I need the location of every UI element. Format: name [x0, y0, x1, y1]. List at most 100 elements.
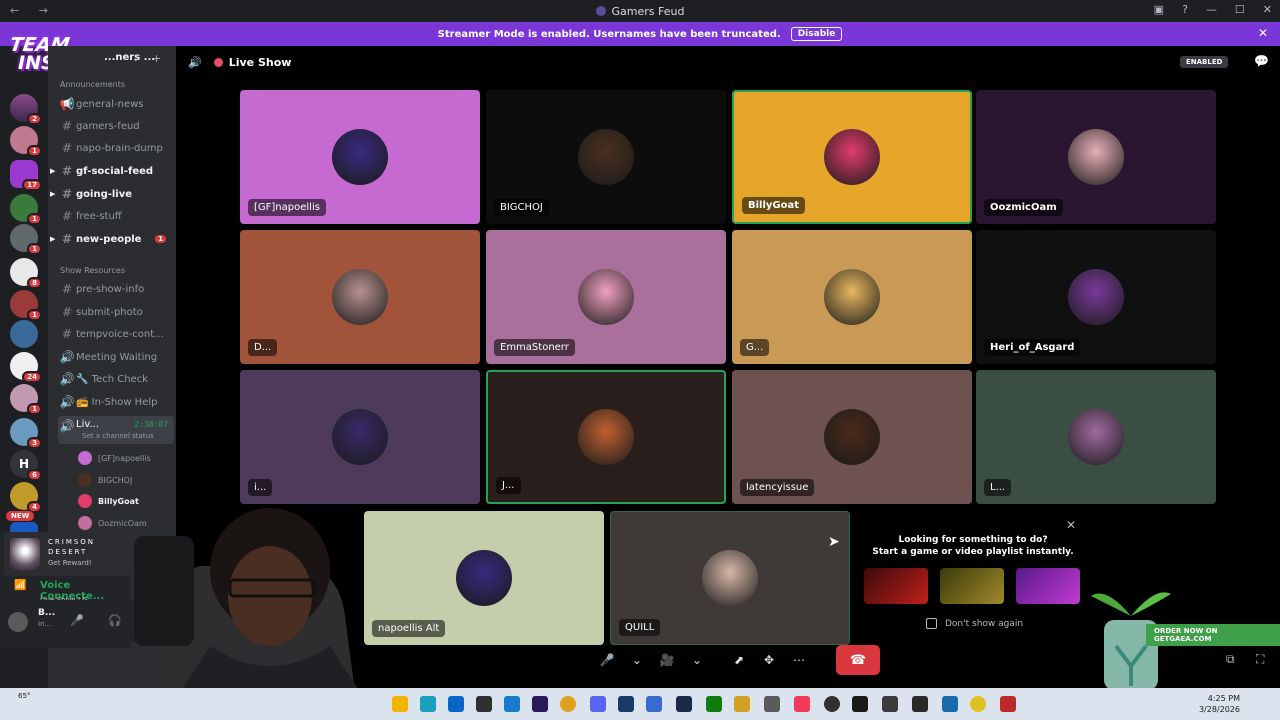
video-tile[interactable]: [GF]napoellis: [240, 90, 480, 224]
channel-napo-brain-dump[interactable]: # napo-brain-dump: [58, 138, 174, 158]
banner-close-icon[interactable]: ✕: [1258, 26, 1268, 40]
channel-going-live[interactable]: ▶ # going-live: [50, 184, 174, 204]
chat-icon[interactable]: 💬: [1254, 54, 1269, 68]
server-icon[interactable]: 1: [10, 194, 42, 225]
enabled-badge[interactable]: ENABLED: [1180, 56, 1229, 68]
video-tile[interactable]: latencyissue: [732, 370, 972, 504]
activity-last-show[interactable]: [940, 568, 1004, 604]
server-icon[interactable]: 4: [10, 482, 42, 513]
channel-in-show-help[interactable]: 🔊 📻 In-Show Help: [58, 392, 174, 412]
mic-options-chevron[interactable]: ⌄: [624, 647, 650, 673]
channel-tempvoice[interactable]: # tempvoice-cont...: [58, 324, 174, 344]
app-icon[interactable]: [942, 696, 958, 712]
channel-status[interactable]: Set a channel status: [82, 432, 154, 440]
app-icon[interactable]: [764, 696, 780, 712]
help-icon[interactable]: ?: [1182, 3, 1188, 16]
video-tile[interactable]: EmmaStonerr: [486, 230, 726, 364]
category-announcements[interactable]: Announcements: [60, 80, 125, 89]
server-icon[interactable]: 1: [10, 224, 42, 255]
activities-icon[interactable]: ✥: [756, 647, 782, 673]
close-button[interactable]: ✕: [1263, 3, 1272, 16]
channel-tech-check[interactable]: 🔊 🔧 Tech Check: [58, 369, 174, 389]
nav-arrows[interactable]: ← →: [10, 4, 56, 17]
lightroom-icon[interactable]: [618, 696, 634, 712]
xbox-icon[interactable]: [706, 696, 722, 712]
server-icon[interactable]: 17: [10, 160, 42, 191]
dont-show-checkbox[interactable]: Don't show again: [926, 618, 1023, 629]
video-tile[interactable]: BillyGoat: [732, 90, 972, 224]
app-icon[interactable]: [882, 696, 898, 712]
channel-gf-social-feed[interactable]: ▶ # gf-social-feed: [50, 161, 174, 181]
steam-icon[interactable]: [676, 696, 692, 712]
video-tile[interactable]: G...: [732, 230, 972, 364]
inbox-icon[interactable]: ▣: [1154, 3, 1164, 16]
video-tile[interactable]: D...: [240, 230, 480, 364]
weather-temp[interactable]: 65°: [18, 692, 30, 700]
server-icon[interactable]: 3: [10, 418, 42, 449]
video-tile[interactable]: BIGCHOJ: [486, 90, 726, 224]
store-icon[interactable]: [448, 696, 464, 712]
get-reward-link[interactable]: Get Reward!: [48, 559, 92, 567]
file-explorer-icon[interactable]: [392, 696, 408, 712]
server-icon[interactable]: 1: [10, 384, 42, 415]
server-icon[interactable]: 1: [10, 290, 42, 321]
camera-icon[interactable]: 🎥: [654, 647, 680, 673]
app-icon[interactable]: [646, 696, 662, 712]
channel-new-people[interactable]: ▶ # new-people 1: [50, 229, 174, 249]
mic-icon[interactable]: 🎤: [594, 647, 620, 673]
video-tile[interactable]: J...: [486, 370, 726, 504]
system-clock[interactable]: 4:25 PM 3/28/2026: [1199, 693, 1240, 715]
invite-icon[interactable]: +: [152, 52, 161, 65]
server-icon[interactable]: 24: [10, 352, 42, 383]
video-tile[interactable]: i...: [240, 370, 480, 504]
app-icon[interactable]: [912, 696, 928, 712]
disable-button[interactable]: Disable: [790, 27, 843, 41]
maximize-button[interactable]: ☐: [1235, 3, 1245, 16]
more-icon[interactable]: ⋯: [786, 647, 812, 673]
minimize-button[interactable]: —: [1206, 3, 1217, 16]
server-icon[interactable]: 8: [10, 258, 42, 289]
channel-submit-photo[interactable]: # submit-photo: [58, 302, 174, 322]
disconnect-button[interactable]: ☎: [836, 645, 880, 675]
screen-share-icon[interactable]: ⬈: [726, 647, 752, 673]
chevron-down-icon[interactable]: ⌄: [132, 54, 140, 64]
channel-meeting-waiting[interactable]: 🔊 Meeting Waiting: [58, 347, 174, 367]
category-show-resources[interactable]: Show Resources: [60, 266, 125, 275]
camera-options-chevron[interactable]: ⌄: [684, 647, 710, 673]
video-tile[interactable]: L...: [976, 370, 1216, 504]
crimson-desert-promo[interactable]: CRIMSON DESERT Get Reward!: [4, 532, 130, 576]
video-tile[interactable]: Heri_of_Asgard: [976, 230, 1216, 364]
music-icon[interactable]: [794, 696, 810, 712]
activity-scream[interactable]: [864, 568, 928, 604]
video-tile[interactable]: OozmicOam: [976, 90, 1216, 224]
video-tile[interactable]: napoellis Alt: [364, 511, 604, 645]
app-icon[interactable]: [1000, 696, 1016, 712]
server-name[interactable]: ...ners ...: [104, 52, 155, 63]
channel-pre-show-info[interactable]: # pre-show-info: [58, 279, 174, 299]
app-icon[interactable]: [970, 696, 986, 712]
rockstar-icon[interactable]: [734, 696, 750, 712]
channel-free-stuff[interactable]: # free-stuff: [58, 206, 174, 226]
fullscreen-icon[interactable]: ⛶: [1256, 652, 1264, 667]
channel-general-news[interactable]: 📢 general-news: [58, 94, 174, 114]
app-icon[interactable]: [420, 696, 436, 712]
channel-gamers-feud[interactable]: # gamers-feud: [58, 116, 174, 136]
chrome-icon[interactable]: [560, 696, 576, 712]
close-icon[interactable]: ✕: [1066, 518, 1076, 532]
epic-games-icon[interactable]: [476, 696, 492, 712]
checkbox[interactable]: [926, 618, 937, 629]
video-tile[interactable]: QUILL: [610, 511, 850, 645]
channel-live-show[interactable]: 🔊 Liv... 2:38:07 Set a channel status: [58, 416, 174, 444]
server-icon[interactable]: [10, 320, 38, 348]
mic-icon[interactable]: 🎤: [70, 614, 84, 627]
avatar[interactable]: [8, 612, 28, 632]
obs-icon[interactable]: [824, 696, 840, 712]
voice-member[interactable]: BIGCHOJ: [78, 473, 132, 487]
activity-games[interactable]: [1016, 568, 1080, 604]
server-icon[interactable]: 1: [10, 126, 42, 157]
server-icon[interactable]: 2: [10, 94, 42, 125]
server-icon[interactable]: H6: [10, 450, 42, 481]
app-icon[interactable]: [852, 696, 868, 712]
headphones-icon[interactable]: 🎧: [108, 614, 122, 627]
app-icon[interactable]: [504, 696, 520, 712]
